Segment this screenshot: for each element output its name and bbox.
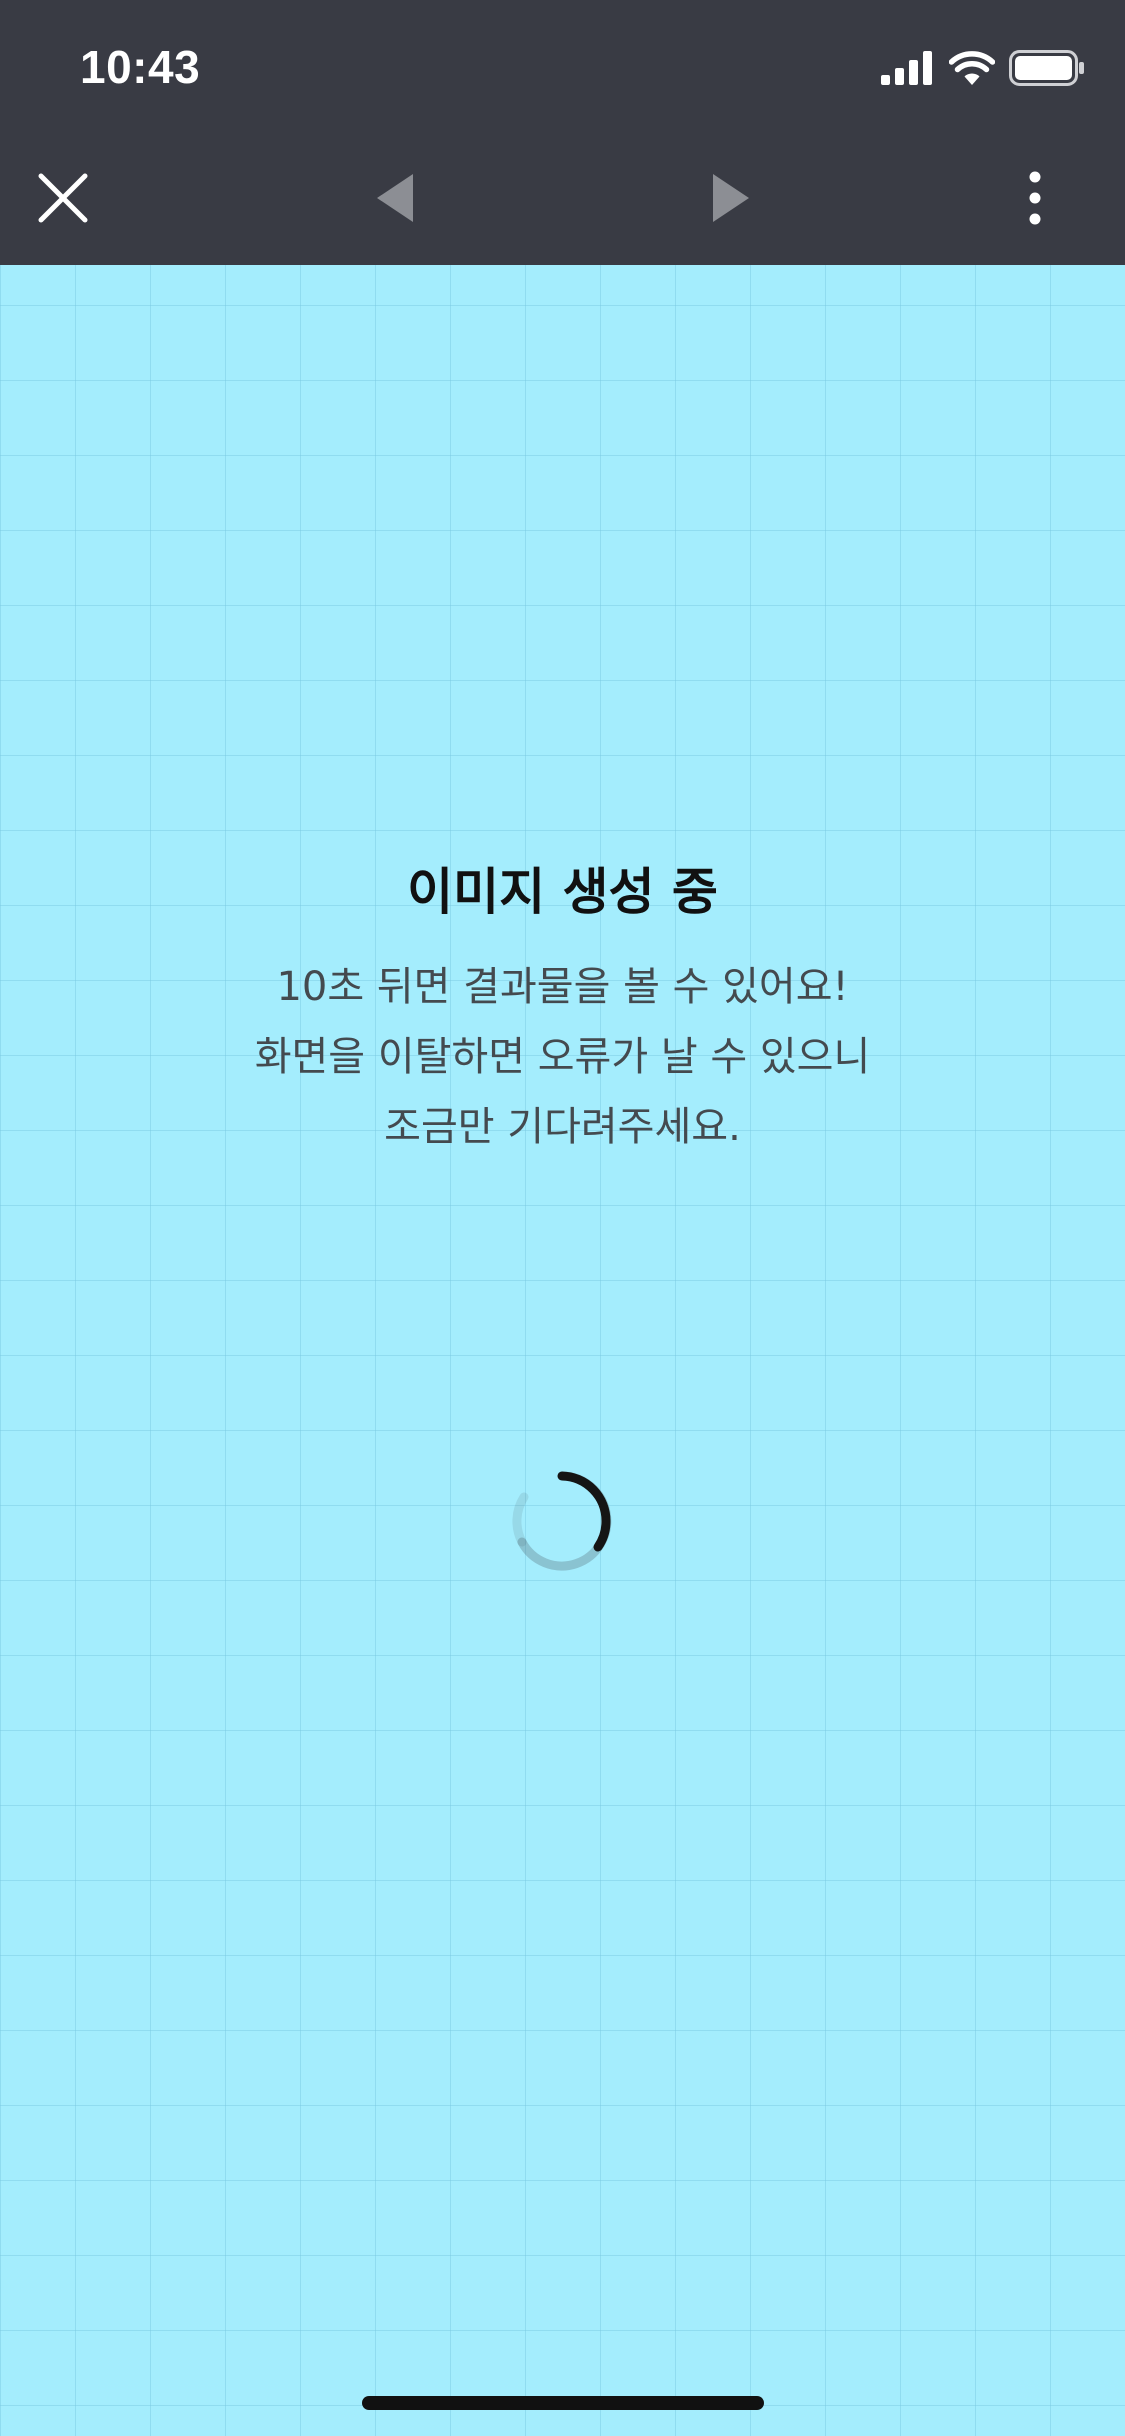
close-button[interactable] bbox=[28, 165, 98, 235]
loading-description: 10초 뒤면 결과물을 볼 수 있어요! 화면을 이탈하면 오류가 날 수 있으… bbox=[0, 952, 1125, 1162]
wifi-icon bbox=[948, 51, 996, 89]
more-vertical-icon bbox=[1028, 171, 1042, 229]
status-time: 10:43 bbox=[80, 41, 201, 93]
more-button[interactable] bbox=[1000, 165, 1070, 235]
close-icon bbox=[37, 172, 89, 228]
loading-screen bbox=[0, 265, 1125, 2436]
status-icons bbox=[881, 48, 1085, 92]
loading-message: 이미지 생성 중 10초 뒤면 결과물을 볼 수 있어요! 화면을 이탈하면 오… bbox=[0, 860, 1125, 1162]
status-bar: 10:43 bbox=[0, 0, 1125, 135]
battery-icon bbox=[1009, 50, 1085, 90]
loading-description-line: 10초 뒤면 결과물을 볼 수 있어요! bbox=[276, 964, 849, 1010]
forward-arrow-icon bbox=[711, 172, 751, 228]
loading-description-line: 조금만 기다려주세요. bbox=[384, 1104, 741, 1150]
loading-description-line: 화면을 이탈하면 오류가 날 수 있으니 bbox=[254, 1034, 871, 1080]
browser-toolbar bbox=[0, 135, 1125, 265]
loading-spinner-icon bbox=[512, 1471, 612, 1571]
home-indicator[interactable] bbox=[362, 2396, 764, 2410]
back-button[interactable] bbox=[360, 165, 430, 235]
back-arrow-icon bbox=[375, 172, 415, 228]
forward-button[interactable] bbox=[696, 165, 766, 235]
signal-icon bbox=[881, 51, 935, 89]
loading-title: 이미지 생성 중 bbox=[407, 863, 718, 921]
